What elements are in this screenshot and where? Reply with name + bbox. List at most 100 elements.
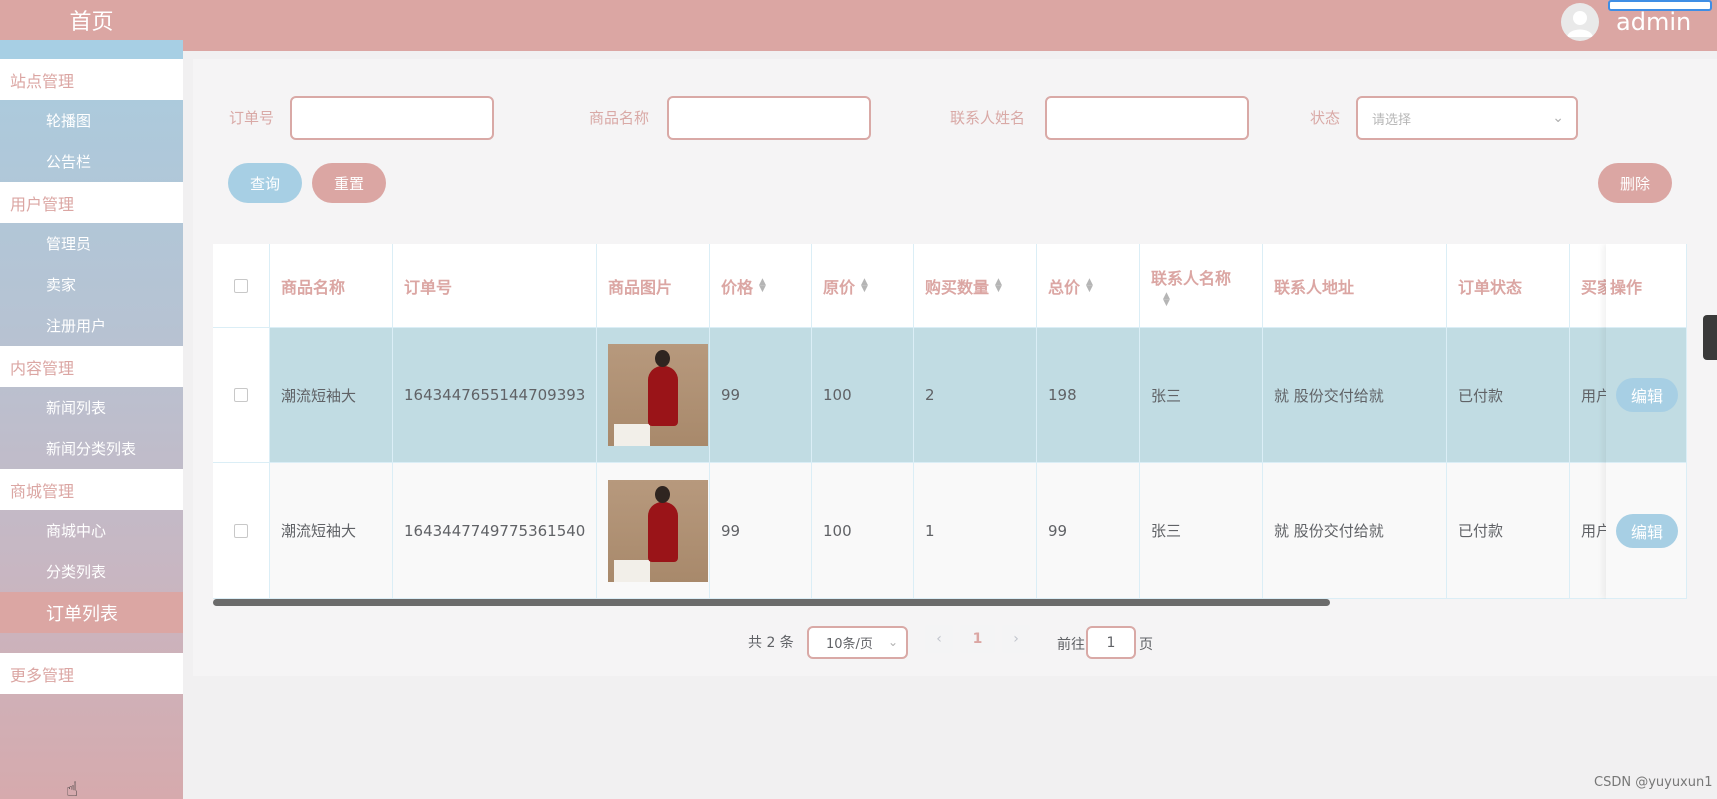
cell-quantity: 1 bbox=[914, 463, 1037, 599]
header-original-price[interactable]: 原价 ▲ ▼ bbox=[812, 244, 914, 328]
sidebar-item-carousel[interactable]: 轮播图 bbox=[0, 100, 183, 141]
sidebar-item-mall-center[interactable]: 商城中心 bbox=[0, 510, 183, 551]
next-page-button[interactable]: › bbox=[1002, 625, 1030, 653]
order-no-label: 订单号 bbox=[229, 109, 275, 127]
orders-table: 商品名称 订单号 商品图片 价格 ▲ ▼ 原价 ▲ ▼ 购买数量 ▲ ▼ 总价 ▲ ▼ 联系人名… bbox=[213, 244, 1687, 599]
row-actions-cell: 编辑 bbox=[1606, 463, 1687, 599]
cell-product-image bbox=[597, 328, 710, 463]
sidebar-spacer bbox=[0, 40, 183, 59]
page-number-1[interactable]: 1 bbox=[960, 625, 995, 653]
sidebar-item-category-list[interactable]: 分类列表 bbox=[0, 551, 183, 592]
corner-tag bbox=[1608, 0, 1712, 11]
table-row[interactable]: 潮流短袖大 1643447749775361540 99 100 1 99 张三… bbox=[213, 463, 1687, 599]
cell-original-price: 100 bbox=[812, 463, 914, 599]
cell-product-name: 潮流短袖大 bbox=[270, 328, 393, 463]
row-select-cell bbox=[213, 328, 270, 463]
cell-order-status: 已付款 bbox=[1447, 463, 1570, 599]
contact-name-input[interactable] bbox=[1045, 96, 1249, 140]
header-total[interactable]: 总价 ▲ ▼ bbox=[1037, 244, 1140, 328]
sidebar-item-news-category[interactable]: 新闻分类列表 bbox=[0, 428, 183, 469]
sidebar-item-news-list[interactable]: 新闻列表 bbox=[0, 387, 183, 428]
cell-total: 99 bbox=[1037, 463, 1140, 599]
page-size-select[interactable]: 10条/页 ⌄ bbox=[807, 626, 908, 659]
cell-contact-name: 张三 bbox=[1140, 463, 1263, 599]
header-price[interactable]: 价格 ▲ ▼ bbox=[710, 244, 812, 328]
cell-order-status: 已付款 bbox=[1447, 328, 1570, 463]
cell-order-no: 1643447655144709393 bbox=[393, 328, 597, 463]
cell-product-name: 潮流短袖大 bbox=[270, 463, 393, 599]
status-placeholder: 请选择 bbox=[1372, 112, 1412, 128]
chevron-right-icon: › bbox=[1013, 631, 1019, 647]
row-actions-cell: 编辑 bbox=[1606, 328, 1687, 463]
sidebar-item-registered-users[interactable]: 注册用户 bbox=[0, 305, 183, 346]
sidebar-group-content[interactable]: 内容管理 bbox=[0, 346, 183, 387]
cell-contact-address: 就 股份交付给就 bbox=[1263, 328, 1447, 463]
goto-label: 前往 bbox=[1057, 637, 1085, 653]
cell-quantity: 2 bbox=[914, 328, 1037, 463]
operations-column: 操作 编辑 编辑 bbox=[1606, 244, 1687, 599]
header-contact-address: 联系人地址 bbox=[1263, 244, 1447, 328]
sort-icon[interactable]: ▲ ▼ bbox=[1086, 277, 1093, 293]
product-thumbnail[interactable] bbox=[608, 344, 708, 446]
cell-product-image bbox=[597, 463, 710, 599]
status-label: 状态 bbox=[1310, 109, 1341, 127]
sort-icon[interactable]: ▲ ▼ bbox=[861, 277, 868, 293]
sidebar-group-user[interactable]: 用户管理 bbox=[0, 182, 183, 223]
delete-button[interactable]: 删除 bbox=[1598, 163, 1672, 203]
cell-order-no: 1643447749775361540 bbox=[393, 463, 597, 599]
contact-name-label: 联系人姓名 bbox=[950, 109, 1026, 127]
pagination-total: 共 2 条 bbox=[748, 635, 794, 651]
product-thumbnail[interactable] bbox=[608, 479, 708, 582]
product-name-input[interactable] bbox=[667, 96, 871, 140]
sort-icon[interactable]: ▲ ▼ bbox=[1163, 291, 1170, 307]
top-header bbox=[183, 0, 1717, 51]
cell-price: 99 bbox=[710, 463, 812, 599]
order-no-input[interactable] bbox=[290, 96, 494, 140]
sidebar-group-more[interactable]: 更多管理 bbox=[0, 653, 183, 694]
cell-original-price: 100 bbox=[812, 328, 914, 463]
chevron-down-icon: ⌄ bbox=[1552, 110, 1564, 126]
header-original-price-label: 原价 bbox=[823, 277, 856, 297]
sidebar-group-mall[interactable]: 商城管理 bbox=[0, 469, 183, 510]
hand-cursor-icon: ☝ bbox=[66, 777, 79, 799]
watermark: CSDN @yuyuxun1 bbox=[1594, 775, 1713, 790]
page-suffix: 页 bbox=[1139, 637, 1153, 653]
sidebar-item-notice[interactable]: 公告栏 bbox=[0, 141, 183, 182]
cell-contact-address: 就 股份交付给就 bbox=[1263, 463, 1447, 599]
sidebar-item-admins[interactable]: 管理员 bbox=[0, 223, 183, 264]
header-quantity-label: 购买数量 bbox=[925, 277, 990, 297]
edit-button[interactable]: 编辑 bbox=[1616, 378, 1678, 412]
status-select[interactable]: 请选择 ⌄ bbox=[1356, 96, 1578, 140]
sidebar-item-sellers[interactable]: 卖家 bbox=[0, 264, 183, 305]
reset-button[interactable]: 重置 bbox=[312, 163, 386, 203]
row-checkbox[interactable] bbox=[234, 523, 248, 538]
header-contact-name-label: 联系人名称 bbox=[1151, 268, 1232, 288]
edit-button[interactable]: 编辑 bbox=[1616, 513, 1678, 548]
goto-page-input[interactable]: 1 bbox=[1086, 626, 1136, 659]
table-horizontal-scrollbar[interactable] bbox=[213, 599, 1330, 606]
side-drawer-handle[interactable] bbox=[1703, 315, 1717, 360]
table-row[interactable]: 潮流短袖大 1643447655144709393 99 100 2 198 张… bbox=[213, 328, 1687, 463]
header-order-no: 订单号 bbox=[393, 244, 597, 328]
username[interactable]: admin bbox=[1616, 8, 1691, 36]
sidebar-item-order-list[interactable]: 订单列表 bbox=[0, 592, 183, 633]
row-checkbox[interactable] bbox=[234, 388, 248, 402]
query-button[interactable]: 查询 bbox=[228, 163, 302, 203]
sort-icon[interactable]: ▲ ▼ bbox=[995, 277, 1002, 293]
sort-icon[interactable]: ▲ ▼ bbox=[759, 277, 766, 293]
sidebar: 首页 站点管理 轮播图 公告栏 用户管理 管理员 卖家 注册用户 内容管理 新闻… bbox=[0, 0, 183, 799]
page-size-value: 10条/页 bbox=[826, 637, 873, 652]
header-contact-name[interactable]: 联系人名称 ▲ ▼ bbox=[1140, 244, 1263, 328]
header-quantity[interactable]: 购买数量 ▲ ▼ bbox=[914, 244, 1037, 328]
select-all-checkbox[interactable] bbox=[234, 278, 248, 293]
prev-page-button[interactable]: ‹ bbox=[925, 625, 953, 653]
select-all-cell bbox=[213, 244, 270, 328]
avatar[interactable] bbox=[1561, 3, 1599, 41]
chevron-left-icon: ‹ bbox=[936, 631, 942, 647]
header-product-image: 商品图片 bbox=[597, 244, 710, 328]
sidebar-group-site[interactable]: 站点管理 bbox=[0, 59, 183, 100]
sidebar-home[interactable]: 首页 bbox=[0, 0, 183, 40]
chevron-down-icon: ⌄ bbox=[887, 635, 898, 649]
header-operations: 操作 bbox=[1606, 244, 1687, 328]
